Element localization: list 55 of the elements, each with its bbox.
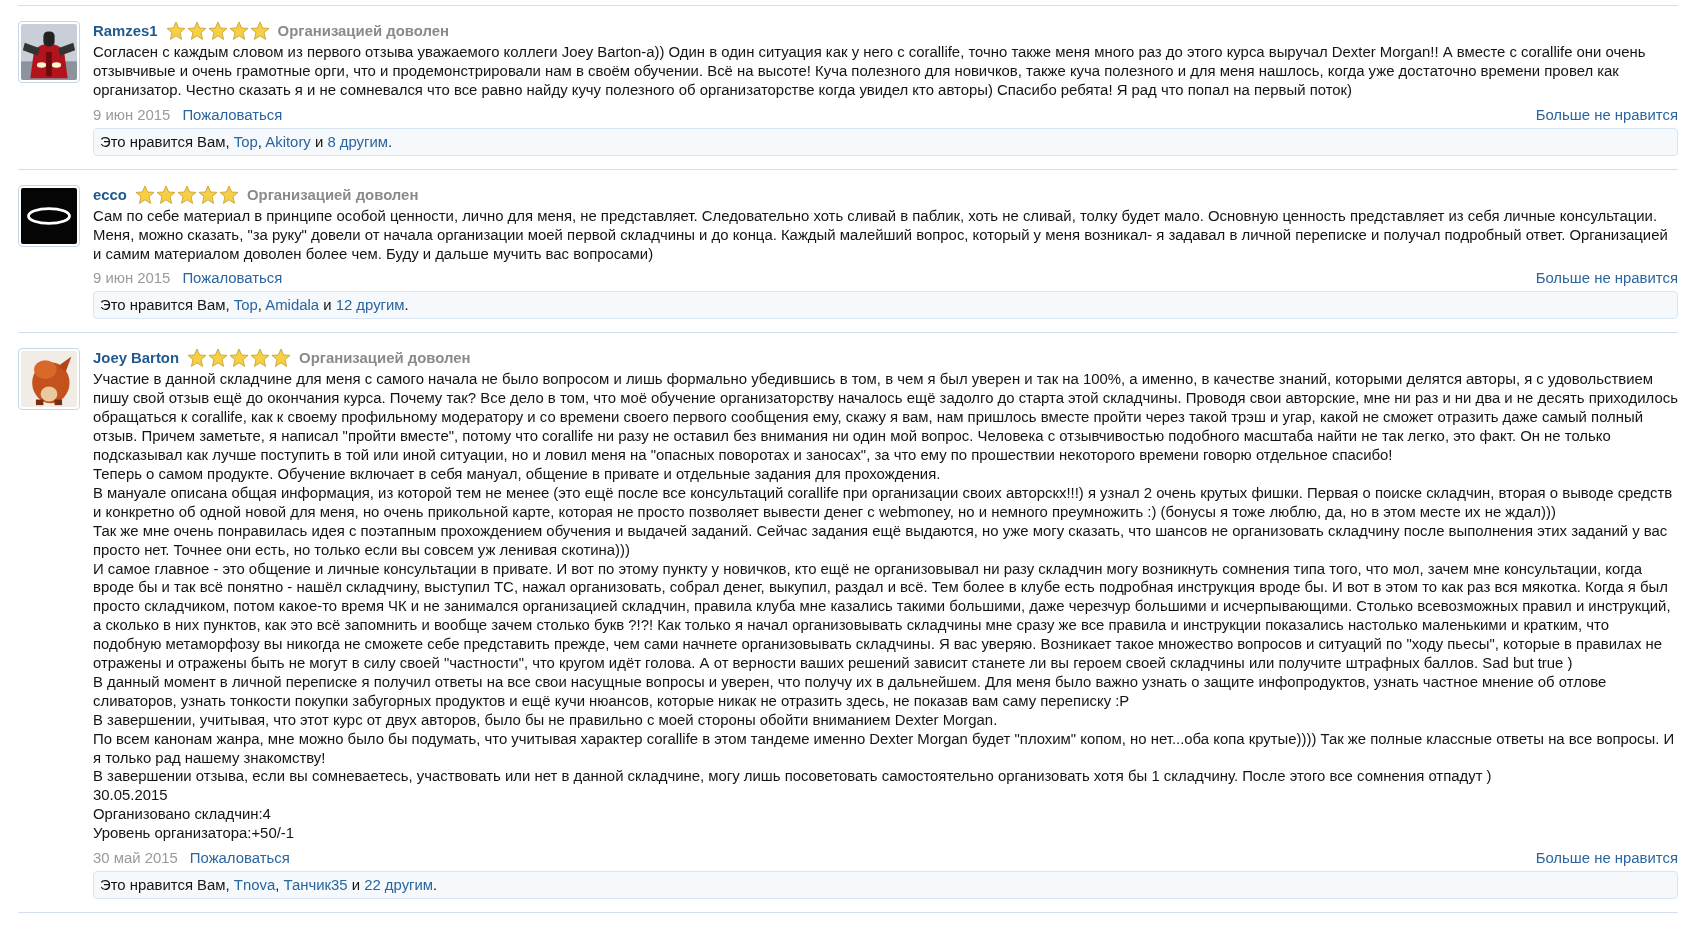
unlike-link[interactable]: Больше не нравится (1535, 269, 1678, 288)
author-link[interactable]: Joey Barton (93, 347, 180, 370)
likes-text: Это нравится Вам, Tnova, Танчик35 и 22 другим. (93, 871, 1678, 900)
star-icon (186, 21, 207, 41)
star-icon (250, 348, 271, 369)
review-text: По всем канонам жанра, мне можно было бы подумать, что учитывая характер corallife в этом тандеме именно Dexter Morgan будет "плохим" копом, но нет...оба копа крутые)))) Так же полные классные ответы на все вопросы. И я только рад нашему знакомству! (93, 729, 1676, 768)
report-link[interactable]: Пожаловаться (182, 269, 283, 288)
post-date: 9 июн 2015 (93, 105, 171, 124)
likes-text: Это нравится Вам, Top, Amidala и 12 другим. (93, 291, 1678, 320)
user-link[interactable]: Top (233, 133, 258, 150)
user-link[interactable]: Top (233, 297, 258, 314)
review-text: Согласен с каждым словом из первого отзыва уважаемого коллеги Joey Barton-а)) Один в один ситуация как у него с corallife, точно также меня много раз до этого курса выручал Dexter Morgan!! А вместе с corallife они очень отзывчивые и очень грамотные орги, что и продемонстрировали нам в своём обучении. Всё на высоте! Куча полезного для новичков, также куча полезного и для меня нашлось, когда уже достаточно времени провел как организатор. Честно сказать я и не сомневался что все равно найду кучу полезного об организаторстве когда увидел кто авторы) Спасибо ребята! Я рад что попал на первый поток) (93, 43, 1647, 100)
unlike-link[interactable]: Больше не нравится (1535, 105, 1678, 124)
review-text: Теперь о самом продукте. Обучение включает в себя мануал, общение в привате и отдельные задания для прохождения. (93, 464, 942, 484)
review-text: Участие в данной складчине для меня с самого начала не было вопросом и лишь формально убедившись в том, в чем я был уверен и так на 100%, а именно, в качестве знаний, которыми делятся авторы, я с удовольствием пишу свой отзыв ещё до окончания курса. Почему так? Все дело в том, что моё обучение организаторству началось ещё задолго до старта этой складчины. Проводя свои авторские, мне ни раз и ни два и не десять приходилось обращаться к corallife, как к своему профильному модератору и со времени своего первого сообщения ему, скажу я вам, нам пришлось вместе пройти через такой трэш и угар, какой не сможет отразить даже самый полный отзыв. Причем заметьте, я написал "пройти вместе", потому что corallife ни разу не оставил без внимания ни один мой вопрос. Человека с отзывчивостью подобного масштаба найти не так легко, это факт. Он не только подсказывал как лучше поступить в той или иной ситуации, но и ловил меня на "опасных поворотах и заносах", за что ему по прошествии некоторого времени говорю отдельное спасибо! (93, 370, 1678, 465)
review-text: В завершении отзыва, если вы сомневаетесь, участвовать или нет в данной складчине, могу лишь посоветовать самостоятельно организовать хотя бы 1 складчину. После этого все сомнения отпадут ) (93, 767, 1493, 787)
report-link[interactable]: Пожаловаться (182, 105, 283, 124)
report-link[interactable]: Пожаловаться (189, 849, 290, 868)
star-icon (197, 184, 218, 205)
post-date: 30 май 2015 (93, 849, 178, 868)
author-link[interactable]: ecco (93, 183, 127, 206)
user-link[interactable]: 12 другим (335, 297, 405, 314)
review-text: Так же мне очень понравилась идея с поэтапным прохождением обучения и выдачей заданий. Сейчас задания ещё выдаются, но уже могу сказать, что шансов не организовать складчину после выполнения этих заданий у вас просто нет. Точнее они есть, но только если вы совсем уж ленивая скотина))) (93, 521, 1669, 560)
star-icon (208, 348, 229, 369)
user-link[interactable]: Танчик35 (283, 877, 348, 894)
unlike-link[interactable]: Больше не нравится (1535, 849, 1678, 868)
review-text: И самое главное - это общение и личные консультации в привате. И вот по этому пункту у новичков, кто ещё не организовывал ни разу складчин могу возникнуть сомнения типа того, что мол, зачем мне консультации, когда вроде бы и так всё понятно - нашёл складчину, выступил ТС, нажал организовать, собрал денег, выкупил, раздал и всё. Тем более в клубе есть подробная инструкция вроде бы. И вот в этом то как раз вся мякотка. Когда я был просто складчиком, потом какое-то время ЧК и не занимался организацией складчин, правила клуба мне казались такими большими, даже черезчур большими и исчерпывающими. Столько всевозможных правил и инструкций, а сколько в них пунктов, как это всё запомнить и вообще зачем столько букв ?!?! Как только я начал организовывать складчины мне сразу же все правила и инструкции показались настолько маленькими и кратким, что подобную метаморфозу вы никогда не сможете себе представить прежде, чем сами начнете организовывать складчины. Я вас уверяю. Возникает такое множество вопросов и ситуаций по "ходу пьесы", которые в правилах не отражены и отражены быть не могут в силу своей "частности", что кругом идёт голова. А от верности ваших решений зависит станете ли вы героем своей складчины или получите штрафных баллов. Sad but true ) (93, 559, 1672, 673)
star-icon (271, 348, 292, 369)
star-icon (207, 21, 228, 41)
star-icon (249, 21, 270, 41)
star-icon (218, 184, 239, 205)
review-text: Сам по себе материал в принципе особой ценности, лично для меня, не представляет. Следовательно хоть сливай в паблик, хоть не сливай, толку будет мало. Основную ценность представляет из себя личные консультации. Меня, можно сказать, "за руку" довели от начала организации моей первой складчины и до конца. Каждый малейший вопрос, который у меня возникал- я задавал в личной переписке и получал подробный ответ. Организацией и самим материалом доволен более чем. Буду и дальше мучить вас вопросами) (93, 206, 1669, 264)
review-text: В завершении, учитывая, что этот курс от двух авторов, было бы не правильно с моей стороны обойти вниманием Dexter Morgan. (93, 710, 999, 730)
star-icon (165, 21, 186, 41)
author-link[interactable]: Ramzes1 (93, 19, 158, 43)
rating-label: Организацией доволен (277, 21, 450, 41)
star-icon (229, 348, 250, 369)
review-text: В мануале описана общая информация, из которой тем не менее (это ещё после все консультаций corallife при организации своих авторскх!!!) я узнал 2 очень крутых фишки. Первая о поиске складчин, вторая о выводе средств и конкретно об одной новой для меня, но очень прикольной карте, которая не просто позволяет вывести денег с webmoney, но и немного преумножить :) (бонусы я тоже люблю, да, но в этом месте их не ждал))) (93, 483, 1674, 522)
star-icon (155, 184, 176, 205)
star-icon (187, 348, 208, 369)
star-icon (176, 184, 197, 205)
review-text: Организовано складчин:4 (93, 805, 272, 825)
star-icon (228, 21, 249, 41)
rating-label: Организацией доволен (246, 185, 419, 205)
review-text: Уровень организатора:+50/-1 (93, 824, 296, 844)
user-link[interactable]: 8 другим (327, 133, 389, 150)
user-link[interactable]: Amidala (265, 297, 320, 314)
rating-label: Организацией доволен (299, 349, 471, 369)
likes-text: Это нравится Вам, Top, Akitory и 8 другим. (93, 127, 1678, 156)
user-link[interactable]: Akitory (265, 133, 311, 150)
post-date: 9 июн 2015 (93, 269, 171, 288)
review-text: 30.05.2015 (93, 786, 169, 806)
user-link[interactable]: 22 другим (364, 877, 434, 894)
review-text: В данный момент в личной переписке я получил ответы на все свои насущные вопросы и уверен, что получу их в дальнейшем. Для меня было важно узнать о защите инфопродуктов, узнать частное мнение об отлове сливаторов, узнать тонкости покупки забугорных продуктов и ещё кучи нюансов, которые никак не отразить здесь, не показав вам саму переписку :P (93, 672, 1608, 711)
star-icon (134, 184, 155, 205)
